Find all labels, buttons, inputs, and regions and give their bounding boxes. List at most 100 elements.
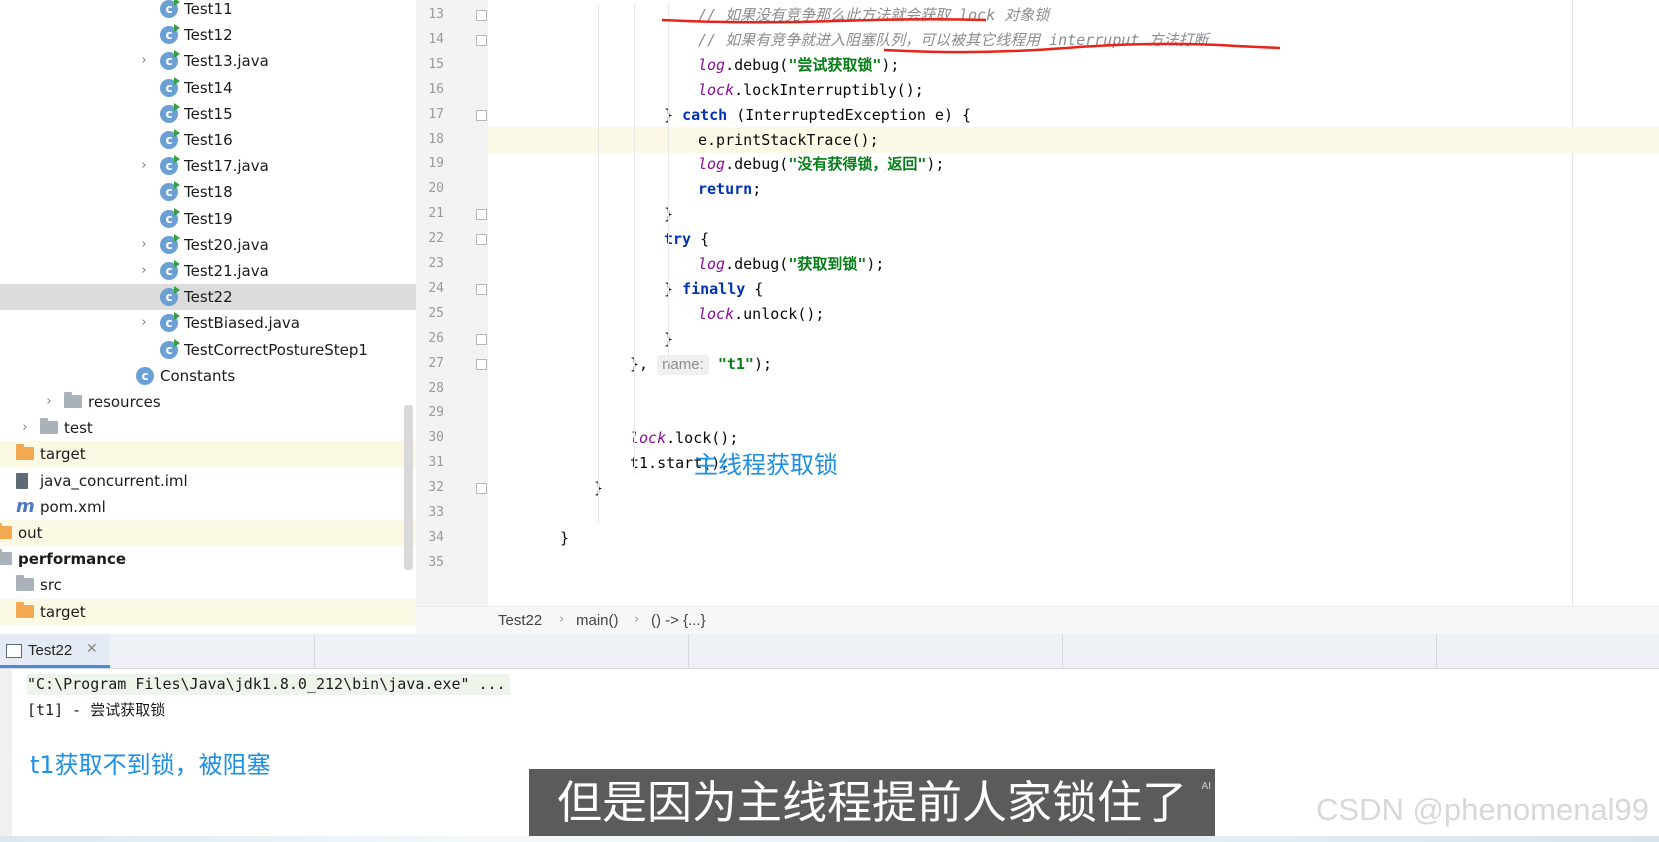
java-class-icon: c [160,50,180,70]
tree-item-label: performance [18,550,127,568]
tree-scrollbar[interactable] [404,405,413,570]
fold-marker-icon[interactable] [476,284,487,295]
code-line[interactable]: } catch (InterruptedException e) { [488,102,1659,128]
expand-chevron-icon[interactable]: › [19,421,31,435]
tree-item[interactable]: › c Test13.java [0,48,416,74]
fold-marker-icon[interactable] [476,234,487,245]
tree-item[interactable]: out [0,520,416,546]
fold-marker-icon[interactable] [476,334,487,345]
close-tab-icon[interactable]: ✕ [86,641,98,657]
tree-item[interactable]: c Test15 [0,101,416,127]
run-tool-window-header: Test22 ✕ [0,634,1659,669]
expand-chevron-icon[interactable]: › [138,159,150,173]
expand-chevron-icon[interactable]: › [138,54,150,68]
code-token: return [698,180,753,198]
code-editor[interactable]: 13 14 15 16 17 18 19 20 21 22 23 24 25 26 27 28 29 30 31 32… [416,0,1659,606]
code-token: { [745,280,764,298]
tree-item[interactable]: › c Test21.java [0,258,416,284]
code-line[interactable]: log.debug("获取到锁"); [488,251,1659,277]
fold-marker-icon[interactable] [476,110,487,121]
code-line[interactable]: t1.start(); [488,450,1659,476]
code-text: } finally { [664,276,763,302]
fold-marker-icon[interactable] [476,483,487,494]
expand-chevron-icon[interactable]: › [138,316,150,330]
breadcrumb-method[interactable]: main() [576,612,619,629]
tree-item-label: test [64,419,93,437]
code-line[interactable] [488,550,1659,576]
code-line[interactable] [488,500,1659,526]
tree-item[interactable]: src [0,572,416,598]
java-class-icon: c [136,367,154,385]
fold-marker-icon[interactable] [476,209,487,220]
code-line[interactable]: } [488,525,1659,551]
code-token: lock [698,81,735,99]
tree-item[interactable]: target [0,441,416,467]
tree-item-label: Test11 [184,0,233,18]
run-tab-label: Test22 [28,642,73,659]
code-token: "没有获得锁，返回" [788,155,927,173]
run-tab[interactable]: Test22 ✕ [0,634,110,668]
code-text: } catch (InterruptedException e) { [664,102,971,128]
code-line[interactable]: try { [488,226,1659,252]
expand-chevron-icon[interactable]: › [43,395,55,409]
tree-item-label: Test17.java [184,157,269,175]
code-line[interactable] [488,376,1659,402]
tree-item[interactable]: › resources [0,389,416,415]
tree-item[interactable]: c Test22 [0,284,416,310]
project-tree[interactable]: c Test11 c Test12 › c Test13.java c Test14 c Test1… [0,0,416,634]
tree-item[interactable]: c Test18 [0,179,416,205]
tree-item[interactable]: › c Test17.java [0,153,416,179]
folder-icon [64,392,82,408]
code-line[interactable]: log.debug("没有获得锁，返回"); [488,151,1659,177]
code-line[interactable]: lock.unlock(); [488,301,1659,327]
code-token: e.printStackTrace(); [698,131,879,149]
code-text: e.printStackTrace(); [698,127,879,153]
tree-item[interactable]: m pom.xml [0,494,416,520]
video-subtitle: 但是因为主线程提前人家锁住了 AI [529,769,1215,837]
tree-item[interactable]: c Test19 [0,206,416,232]
code-line[interactable]: }, name: "t1"); [488,351,1659,377]
java-class-icon: c [160,155,180,175]
code-token: ; [752,180,762,198]
tree-item[interactable]: c Test12 [0,22,416,48]
tree-item[interactable]: c TestCorrectPostureStep1 [0,337,416,363]
line-number: 18 [428,132,444,147]
divider [314,634,315,668]
tree-item[interactable]: java_concurrent.iml [0,468,416,494]
tree-item[interactable]: c Test16 [0,127,416,153]
expand-chevron-icon[interactable]: › [138,238,150,252]
tree-item[interactable]: › c TestBiased.java [0,310,416,336]
code-line[interactable]: } [488,326,1659,352]
tree-item[interactable]: › c Test20.java [0,232,416,258]
java-class-icon: c [160,208,180,228]
code-line[interactable]: } finally { [488,276,1659,302]
code-line[interactable]: lock.lockInterruptibly(); [488,77,1659,103]
maven-icon: m [16,496,35,517]
code-token: log [698,155,726,173]
indent-guide [634,4,635,474]
code-token: "t1" [717,355,754,373]
code-line[interactable]: e.printStackTrace(); [488,127,1659,153]
tree-item[interactable]: target [0,599,416,625]
indent-guide [598,4,599,524]
folder-icon [16,575,34,591]
runnable-marker-icon [174,181,180,189]
tree-item[interactable]: c Test14 [0,75,416,101]
breadcrumb-lambda[interactable]: () -> {...} [651,612,706,629]
expand-chevron-icon[interactable]: › [138,264,150,278]
code-line[interactable]: return; [488,176,1659,202]
tree-item[interactable]: c Test11 [0,0,416,22]
code-line[interactable]: } [488,475,1659,501]
line-number: 19 [428,156,444,171]
tree-item[interactable]: › test [0,415,416,441]
underline-line-13 [661,17,987,24]
code-line[interactable]: lock.lock(); [488,425,1659,451]
fold-marker-icon[interactable] [476,359,487,370]
tree-item[interactable]: performance [0,546,416,572]
underline-line-14 [883,42,1281,54]
code-line[interactable] [488,400,1659,426]
breadcrumb-class[interactable]: Test22 [498,612,542,629]
folder-icon [16,602,34,618]
tree-item[interactable]: c Constants [0,363,416,389]
code-line[interactable]: } [488,201,1659,227]
